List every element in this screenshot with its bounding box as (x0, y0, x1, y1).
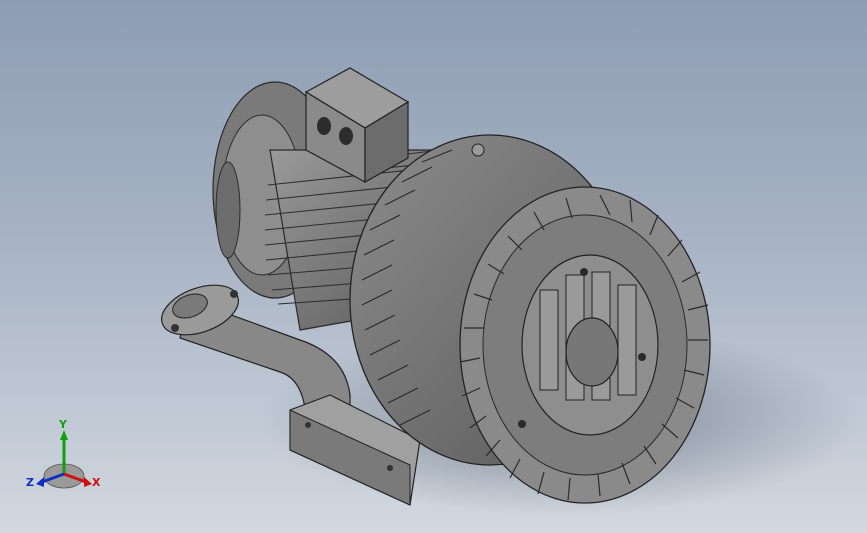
side-channel-blower-model[interactable] (0, 0, 867, 533)
graphics-viewport[interactable]: Y X Z (0, 0, 867, 533)
y-axis-label: Y (58, 418, 68, 431)
lifting-eye[interactable] (471, 143, 485, 157)
cable-gland-1 (317, 117, 331, 135)
z-axis-label: Z (26, 476, 34, 489)
hub-cap[interactable] (565, 317, 619, 387)
x-axis-label: X (92, 476, 101, 489)
orientation-triad[interactable]: Y X Z (22, 418, 112, 498)
cable-gland-2 (339, 127, 353, 145)
